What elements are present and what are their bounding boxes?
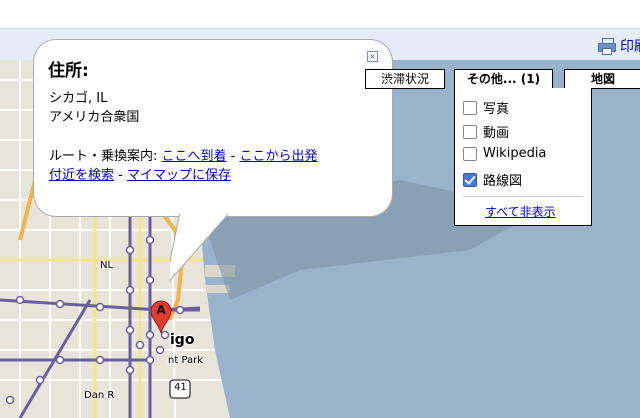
action-row: 付近を検索 - マイマップに保存: [49, 164, 231, 183]
info-title: 住所:: [48, 61, 89, 81]
menu-item-label: 写真: [483, 102, 510, 117]
from-here-link[interactable]: ここから出発: [240, 149, 318, 164]
menu-item-label: Wikipedia: [483, 146, 547, 161]
hide-all-link[interactable]: すべて非表示: [485, 203, 556, 220]
menu-item-videos[interactable]: 動画: [463, 122, 509, 141]
print-label: 印刷: [620, 39, 640, 55]
save-mymap-link[interactable]: マイマップに保存: [127, 168, 231, 183]
info-window-tail: [170, 212, 231, 282]
location-marker[interactable]: A: [150, 300, 172, 334]
checkbox-videos[interactable]: [463, 124, 477, 139]
highway-label: 41: [174, 382, 187, 393]
close-icon[interactable]: ×: [367, 51, 378, 62]
marker-letter: A: [156, 303, 166, 317]
address-line2: アメリカ合衆国: [49, 110, 140, 125]
to-here-link[interactable]: ここへ到着: [162, 149, 227, 164]
area-label: NL: [100, 260, 114, 271]
traffic-button[interactable]: 渋滞状況: [365, 69, 445, 89]
park-label: nt Park: [168, 355, 204, 366]
more-button[interactable]: その他... (1): [454, 69, 553, 89]
menu-item-transit[interactable]: 路線図: [463, 170, 522, 189]
checkbox-photos[interactable]: [463, 100, 477, 115]
route-label: ルート・乗換案内:: [49, 149, 158, 164]
print-link[interactable]: 印刷: [598, 36, 640, 56]
more-menu: 写真 動画 Wikipedia 路線図 すべて非表示: [454, 88, 592, 226]
search-nearby-link[interactable]: 付近を検索: [49, 168, 114, 183]
checkbox-wikipedia[interactable]: [463, 146, 477, 161]
address-line1: シカゴ, IL: [49, 91, 108, 106]
separator: -: [226, 149, 240, 164]
city-label: igo: [170, 332, 195, 348]
menu-item-wikipedia[interactable]: Wikipedia: [463, 146, 546, 161]
route-row: ルート・乗換案内: ここへ到着 - ここから出発: [49, 145, 318, 164]
menu-item-photos[interactable]: 写真: [463, 98, 509, 117]
printer-icon: [598, 38, 616, 55]
checkbox-transit[interactable]: [463, 172, 477, 187]
map-type-button[interactable]: 地図: [564, 69, 640, 89]
street-label: Dan R: [84, 390, 115, 401]
menu-item-label: 路線図: [483, 174, 523, 189]
menu-divider: [463, 196, 583, 197]
menu-item-label: 動画: [483, 126, 510, 141]
separator: -: [114, 168, 127, 183]
